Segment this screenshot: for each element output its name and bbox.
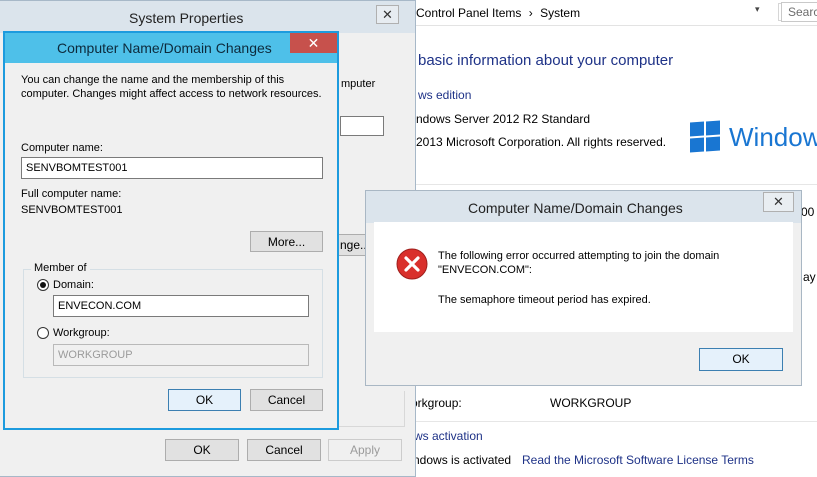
close-button[interactable]: ✕ — [290, 33, 337, 53]
description-line-1: You can change the name and the membersh… — [21, 74, 285, 86]
workgroup-value: WORKGROUP — [550, 396, 632, 410]
workgroup-radio[interactable] — [37, 327, 49, 339]
computer-name-label: Computer name: — [21, 142, 103, 154]
ok-button[interactable]: OK — [699, 348, 783, 371]
domain-label: Domain: — [53, 279, 94, 291]
workgroup-label: Workgroup: — [53, 327, 110, 339]
computer-name-dialog: Computer Name/Domain Changes ✕ You can c… — [3, 31, 339, 430]
partial-value-00: 00 ( — [801, 205, 817, 219]
activation-status: ndows is activated — [413, 453, 512, 467]
tab-panel-edge — [335, 391, 405, 427]
edition-value: ndows Server 2012 R2 Standard — [416, 112, 591, 126]
full-name-label: Full computer name: — [21, 188, 122, 200]
workgroup-input[interactable]: WORKGROUP — [53, 344, 309, 366]
error-message-line-1: The following error occurred attempting … — [438, 250, 720, 262]
cancel-button[interactable]: Cancel — [247, 439, 321, 461]
message-area — [374, 222, 793, 332]
full-name-value: SENVBOMTEST001 — [21, 204, 123, 216]
cancel-button[interactable]: Cancel — [250, 389, 323, 411]
dialog-title: Computer Name/Domain Changes — [57, 40, 272, 56]
dialog-title: Computer Name/Domain Changes — [468, 200, 683, 216]
workgroup-label: orkgroup: — [411, 396, 462, 410]
description-line-2: computer. Changes might affect access to… — [21, 88, 322, 100]
section-divider — [410, 184, 817, 185]
breadcrumb-control-panel-items[interactable]: Control Panel Items — [416, 6, 521, 20]
apply-button[interactable]: Apply — [328, 439, 402, 461]
windows-edition-section: ws edition — [418, 88, 472, 102]
search-input[interactable]: Searc — [781, 2, 817, 22]
partial-description-input[interactable] — [340, 116, 384, 136]
ok-button[interactable]: OK — [168, 389, 241, 411]
address-dropdown-icon[interactable]: ▾ — [755, 4, 769, 20]
copyright-text: 2013 Microsoft Corporation. All rights r… — [416, 135, 667, 149]
close-button[interactable]: ✕ — [376, 5, 399, 24]
windows-logo-text: Window — [729, 122, 817, 152]
error-icon — [396, 248, 428, 280]
more-button[interactable]: More... — [250, 231, 323, 252]
partial-label-computer: mputer — [341, 78, 376, 90]
ok-button[interactable]: OK — [165, 439, 239, 461]
windows-logo-icon — [690, 120, 720, 153]
error-message-line-2: "ENVECON.COM": — [438, 264, 532, 276]
close-button[interactable]: ✕ — [763, 192, 794, 212]
window-title: System Properties — [129, 10, 244, 26]
partial-value-ay: ay — [803, 270, 816, 284]
section-divider — [410, 421, 817, 422]
member-of-label: Member of — [31, 262, 90, 274]
domain-radio[interactable] — [37, 279, 49, 291]
breadcrumb-system[interactable]: System — [540, 6, 580, 20]
error-message-line-3: The semaphore timeout period has expired… — [438, 294, 651, 306]
computer-name-input[interactable]: SENVBOMTEST001 — [21, 157, 323, 179]
breadcrumb[interactable]: Control Panel Items › System — [416, 6, 580, 20]
change-button[interactable]: nge... — [335, 234, 370, 256]
windows-activation-section: ws activation — [414, 429, 483, 443]
domain-input[interactable]: ENVECON.COM — [53, 295, 309, 317]
error-dialog: Computer Name/Domain Changes ✕ The follo… — [365, 190, 802, 386]
page-title: basic information about your computer — [418, 52, 674, 69]
breadcrumb-separator-icon: › — [528, 6, 533, 20]
license-terms-link[interactable]: Read the Microsoft Software License Term… — [522, 453, 754, 467]
